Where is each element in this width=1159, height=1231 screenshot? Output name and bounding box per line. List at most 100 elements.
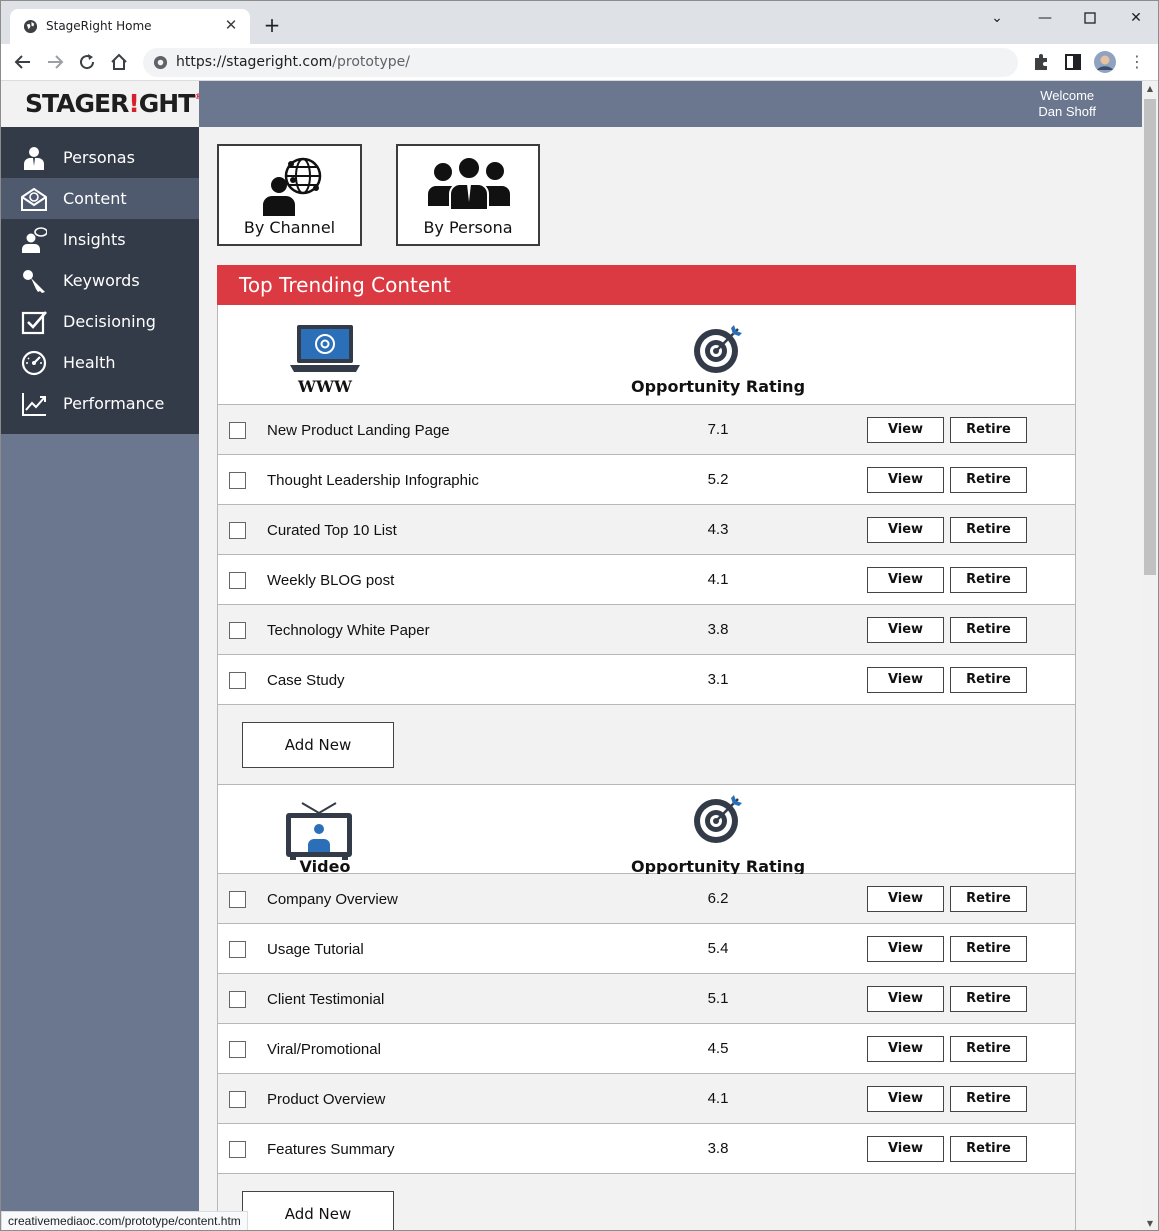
table-row: Curated Top 10 List 4.3 View Retire <box>218 505 1075 555</box>
row-checkbox[interactable] <box>229 522 246 539</box>
sidebar-item-insights[interactable]: Insights <box>1 219 199 260</box>
view-button[interactable]: View <box>867 617 944 643</box>
profile-avatar[interactable] <box>1094 51 1116 73</box>
retire-button[interactable]: Retire <box>950 617 1027 643</box>
view-button[interactable]: View <box>867 567 944 593</box>
view-button[interactable]: View <box>867 1036 944 1062</box>
row-checkbox[interactable] <box>229 422 246 439</box>
retire-button[interactable]: Retire <box>950 417 1027 443</box>
sidebar-item-decisioning[interactable]: Decisioning <box>1 301 199 342</box>
sidebar-item-keywords[interactable]: Keywords <box>1 260 199 301</box>
sidebar-item-performance[interactable]: Performance <box>1 383 199 424</box>
table-row: Product Overview 4.1 View Retire <box>218 1074 1075 1124</box>
add-new-button[interactable]: Add New <box>242 722 394 768</box>
extensions-icon[interactable] <box>1031 52 1051 72</box>
content-name: Case Study <box>267 672 345 689</box>
retire-button[interactable]: Retire <box>950 517 1027 543</box>
retire-button[interactable]: Retire <box>950 467 1027 493</box>
view-button[interactable]: View <box>867 936 944 962</box>
retire-button[interactable]: Retire <box>950 886 1027 912</box>
opportunity-score: 5.1 <box>707 990 729 1007</box>
row-checkbox[interactable] <box>229 891 246 908</box>
chevron-down-icon[interactable]: ⌄ <box>984 7 1010 29</box>
tv-person-icon <box>286 802 352 860</box>
row-checkbox[interactable] <box>229 1141 246 1158</box>
view-button[interactable]: View <box>867 417 944 443</box>
browser-tab[interactable]: StageRight Home ✕ <box>10 9 250 44</box>
opportunity-score: 3.1 <box>707 671 729 688</box>
row-checkbox[interactable] <box>229 991 246 1008</box>
opportunity-score: 4.1 <box>707 571 729 588</box>
view-button[interactable]: View <box>867 1086 944 1112</box>
close-window-icon[interactable]: ✕ <box>1123 7 1149 29</box>
table-row: Client Testimonial 5.1 View Retire <box>218 974 1075 1024</box>
sidebar-item-personas[interactable]: Personas <box>1 137 199 178</box>
side-panel-icon[interactable] <box>1063 52 1083 72</box>
sidebar-item-content[interactable]: Content <box>1 178 199 219</box>
row-checkbox[interactable] <box>229 472 246 489</box>
site-info-icon[interactable] <box>153 55 168 70</box>
table-row: Features Summary 3.8 View Retire <box>218 1124 1075 1174</box>
rating-header: Opportunity Rating <box>630 377 806 396</box>
add-new-area: Add New <box>218 705 1075 785</box>
view-button[interactable]: View <box>867 1136 944 1162</box>
opportunity-score: 3.8 <box>707 621 729 638</box>
row-checkbox[interactable] <box>229 622 246 639</box>
row-checkbox[interactable] <box>229 1041 246 1058</box>
target-icon <box>694 795 742 843</box>
content-name: Client Testimonial <box>267 991 385 1008</box>
content-name: Viral/Promotional <box>267 1041 381 1058</box>
retire-button[interactable]: Retire <box>950 986 1027 1012</box>
content-name: Weekly BLOG post <box>267 572 395 589</box>
section-header-www: WWW Opportunity Rating <box>218 305 1075 405</box>
opportunity-score: 4.5 <box>707 1040 729 1057</box>
opportunity-score: 6.2 <box>707 890 729 907</box>
table-row: Technology White Paper 3.8 View Retire <box>218 605 1075 655</box>
page-scrollbar[interactable]: ▲ ▼ <box>1142 81 1158 1230</box>
panel-title-bar: Top Trending Content <box>217 265 1076 305</box>
minimize-icon[interactable]: — <box>1032 7 1058 29</box>
close-tab-icon[interactable]: ✕ <box>222 16 240 34</box>
view-button[interactable]: View <box>867 467 944 493</box>
new-tab-icon[interactable]: + <box>259 12 285 38</box>
view-button[interactable]: View <box>867 667 944 693</box>
gauge-icon <box>21 350 47 376</box>
home-icon[interactable] <box>107 50 131 74</box>
person-speech-icon <box>22 227 47 253</box>
maximize-icon[interactable] <box>1077 7 1103 29</box>
retire-button[interactable]: Retire <box>950 1086 1027 1112</box>
scroll-down-icon[interactable]: ▼ <box>1142 1216 1158 1230</box>
retire-button[interactable]: Retire <box>950 936 1027 962</box>
view-button[interactable]: View <box>867 886 944 912</box>
scroll-up-icon[interactable]: ▲ <box>1142 81 1158 97</box>
person-icon <box>24 147 44 170</box>
row-checkbox[interactable] <box>229 572 246 589</box>
retire-button[interactable]: Retire <box>950 567 1027 593</box>
stageright-logo[interactable]: STAGER!GHT® <box>25 89 202 118</box>
sidebar: STAGER!GHT® Personas Content Insights Ke… <box>1 81 202 1230</box>
content-name: Company Overview <box>267 891 398 908</box>
reload-icon[interactable] <box>75 50 99 74</box>
laptop-at-icon <box>290 325 360 372</box>
row-checkbox[interactable] <box>229 1091 246 1108</box>
address-bar[interactable]: https://stageright.com/prototype/ <box>143 48 1018 77</box>
retire-button[interactable]: Retire <box>950 667 1027 693</box>
by-persona-button[interactable]: By Persona <box>396 144 540 246</box>
back-icon[interactable] <box>11 50 35 74</box>
browser-toolbar: https://stageright.com/prototype/ ⋮ <box>1 44 1158 81</box>
add-new-button[interactable]: Add New <box>242 1191 394 1230</box>
retire-button[interactable]: Retire <box>950 1036 1027 1062</box>
sidebar-item-health[interactable]: Health <box>1 342 199 383</box>
forward-icon[interactable] <box>43 50 67 74</box>
retire-button[interactable]: Retire <box>950 1136 1027 1162</box>
view-button[interactable]: View <box>867 986 944 1012</box>
row-checkbox[interactable] <box>229 941 246 958</box>
more-menu-icon[interactable]: ⋮ <box>1125 50 1149 74</box>
view-button[interactable]: View <box>867 517 944 543</box>
content-name: New Product Landing Page <box>267 422 450 439</box>
by-channel-button[interactable]: By Channel <box>217 144 362 246</box>
row-checkbox[interactable] <box>229 672 246 689</box>
envelope-at-icon <box>21 187 47 211</box>
sidebar-nav: Personas Content Insights Keywords Decis… <box>1 127 199 434</box>
scroll-thumb[interactable] <box>1144 99 1156 575</box>
